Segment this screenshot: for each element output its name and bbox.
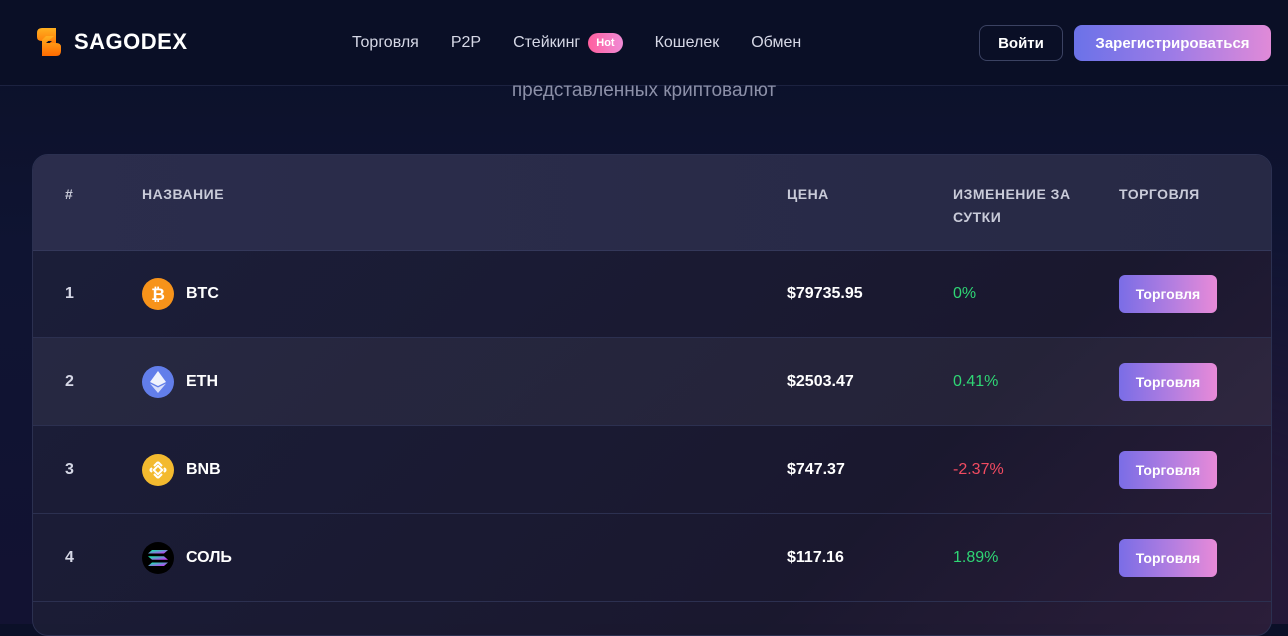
header-change-line2: СУТКИ: [953, 209, 1002, 225]
header-price: ЦЕНА: [787, 186, 829, 202]
nav-item-wallet[interactable]: Кошелек: [655, 34, 720, 52]
coin-price: $2503.47: [787, 373, 854, 390]
trade-button[interactable]: Торговля: [1119, 363, 1217, 401]
login-button[interactable]: Войти: [979, 25, 1063, 61]
crypto-table: # НАЗВАНИЕ ЦЕНА ИЗМЕНЕНИЕ ЗА СУТКИ ТОРГО…: [32, 154, 1272, 636]
coin-change: 1.89%: [953, 549, 999, 566]
row-num: 3: [65, 461, 74, 478]
trade-button[interactable]: Торговля: [1119, 451, 1217, 489]
nav-label: Обмен: [751, 34, 802, 51]
brand-name: SAGODEX: [74, 29, 188, 54]
table-row[interactable]: 1 ₿ BTC $79735.95 0% Торговля: [33, 250, 1271, 338]
row-num: 1: [65, 285, 74, 302]
coin-change: -2.37%: [953, 461, 1004, 478]
coin-name: СОЛЬ: [186, 549, 232, 566]
trade-cell: Торговля: [1119, 338, 1217, 426]
brand-logo[interactable]: SAGODEX: [34, 26, 188, 58]
top-header: SAGODEX Торговля P2P Стейкинг Hot Кошеле…: [0, 0, 1288, 86]
trade-button[interactable]: Торговля: [1119, 539, 1217, 577]
nav-label: Стейкинг: [513, 34, 581, 51]
coin-cell: ETH: [142, 338, 218, 426]
main-nav: Торговля P2P Стейкинг Hot Кошелек Обмен: [352, 0, 801, 86]
trade-cell: Торговля: [1119, 250, 1217, 338]
trade-button[interactable]: Торговля: [1119, 275, 1217, 313]
coin-cell: ₿ BTC: [142, 250, 219, 338]
nav-item-p2p[interactable]: P2P: [451, 34, 481, 52]
coin-name: BNB: [186, 461, 221, 478]
hot-badge: Hot: [588, 33, 623, 53]
header-change-line1: ИЗМЕНЕНИЕ ЗА: [953, 186, 1071, 202]
table-row[interactable]: 4 СОЛЬ $117.16 1.89% Торговля: [33, 514, 1271, 602]
nav-label: P2P: [450, 34, 482, 51]
section-subtitle: представленных криптовалют: [511, 80, 777, 101]
coin-cell: BNB: [142, 426, 221, 514]
nav-item-trading[interactable]: Торговля: [352, 34, 419, 52]
bitcoin-icon: ₿: [142, 278, 174, 310]
trade-cell: Торговля: [1119, 514, 1217, 602]
nav-item-staking[interactable]: Стейкинг Hot: [513, 33, 623, 53]
header-name: НАЗВАНИЕ: [142, 186, 225, 202]
coin-name: ETH: [186, 373, 218, 390]
nav-item-exchange[interactable]: Обмен: [751, 34, 801, 52]
solana-icon: [142, 542, 174, 574]
table-row[interactable]: 3 BNB $747.37 -2.37% Торговля: [33, 426, 1271, 514]
coin-price: $747.37: [787, 461, 845, 478]
coin-name: BTC: [186, 285, 219, 302]
table-header: # НАЗВАНИЕ ЦЕНА ИЗМЕНЕНИЕ ЗА СУТКИ ТОРГО…: [33, 155, 1271, 251]
logo-icon: [37, 28, 61, 56]
coin-change: 0%: [953, 285, 977, 302]
coin-cell: СОЛЬ: [142, 514, 232, 602]
coin-change: 0.41%: [953, 373, 999, 390]
coin-price: $117.16: [787, 549, 844, 566]
row-num: 2: [65, 373, 74, 390]
table-row[interactable]: 2 ETH $2503.47 0.41% Торговля: [33, 338, 1271, 426]
nav-label: Торговля: [352, 34, 419, 51]
header-trade: ТОРГОВЛЯ: [1119, 186, 1200, 202]
trade-cell: Торговля: [1119, 426, 1217, 514]
ethereum-icon: [142, 366, 174, 398]
register-button[interactable]: Зарегистрироваться: [1074, 25, 1271, 61]
bnb-icon: [142, 454, 174, 486]
svg-text:₿: ₿: [151, 285, 165, 304]
nav-label: Кошелек: [654, 34, 720, 51]
coin-price: $79735.95: [787, 285, 863, 302]
row-num: 4: [65, 549, 74, 566]
header-change: ИЗМЕНЕНИЕ ЗА СУТКИ: [953, 183, 1071, 229]
header-num: #: [65, 186, 74, 202]
